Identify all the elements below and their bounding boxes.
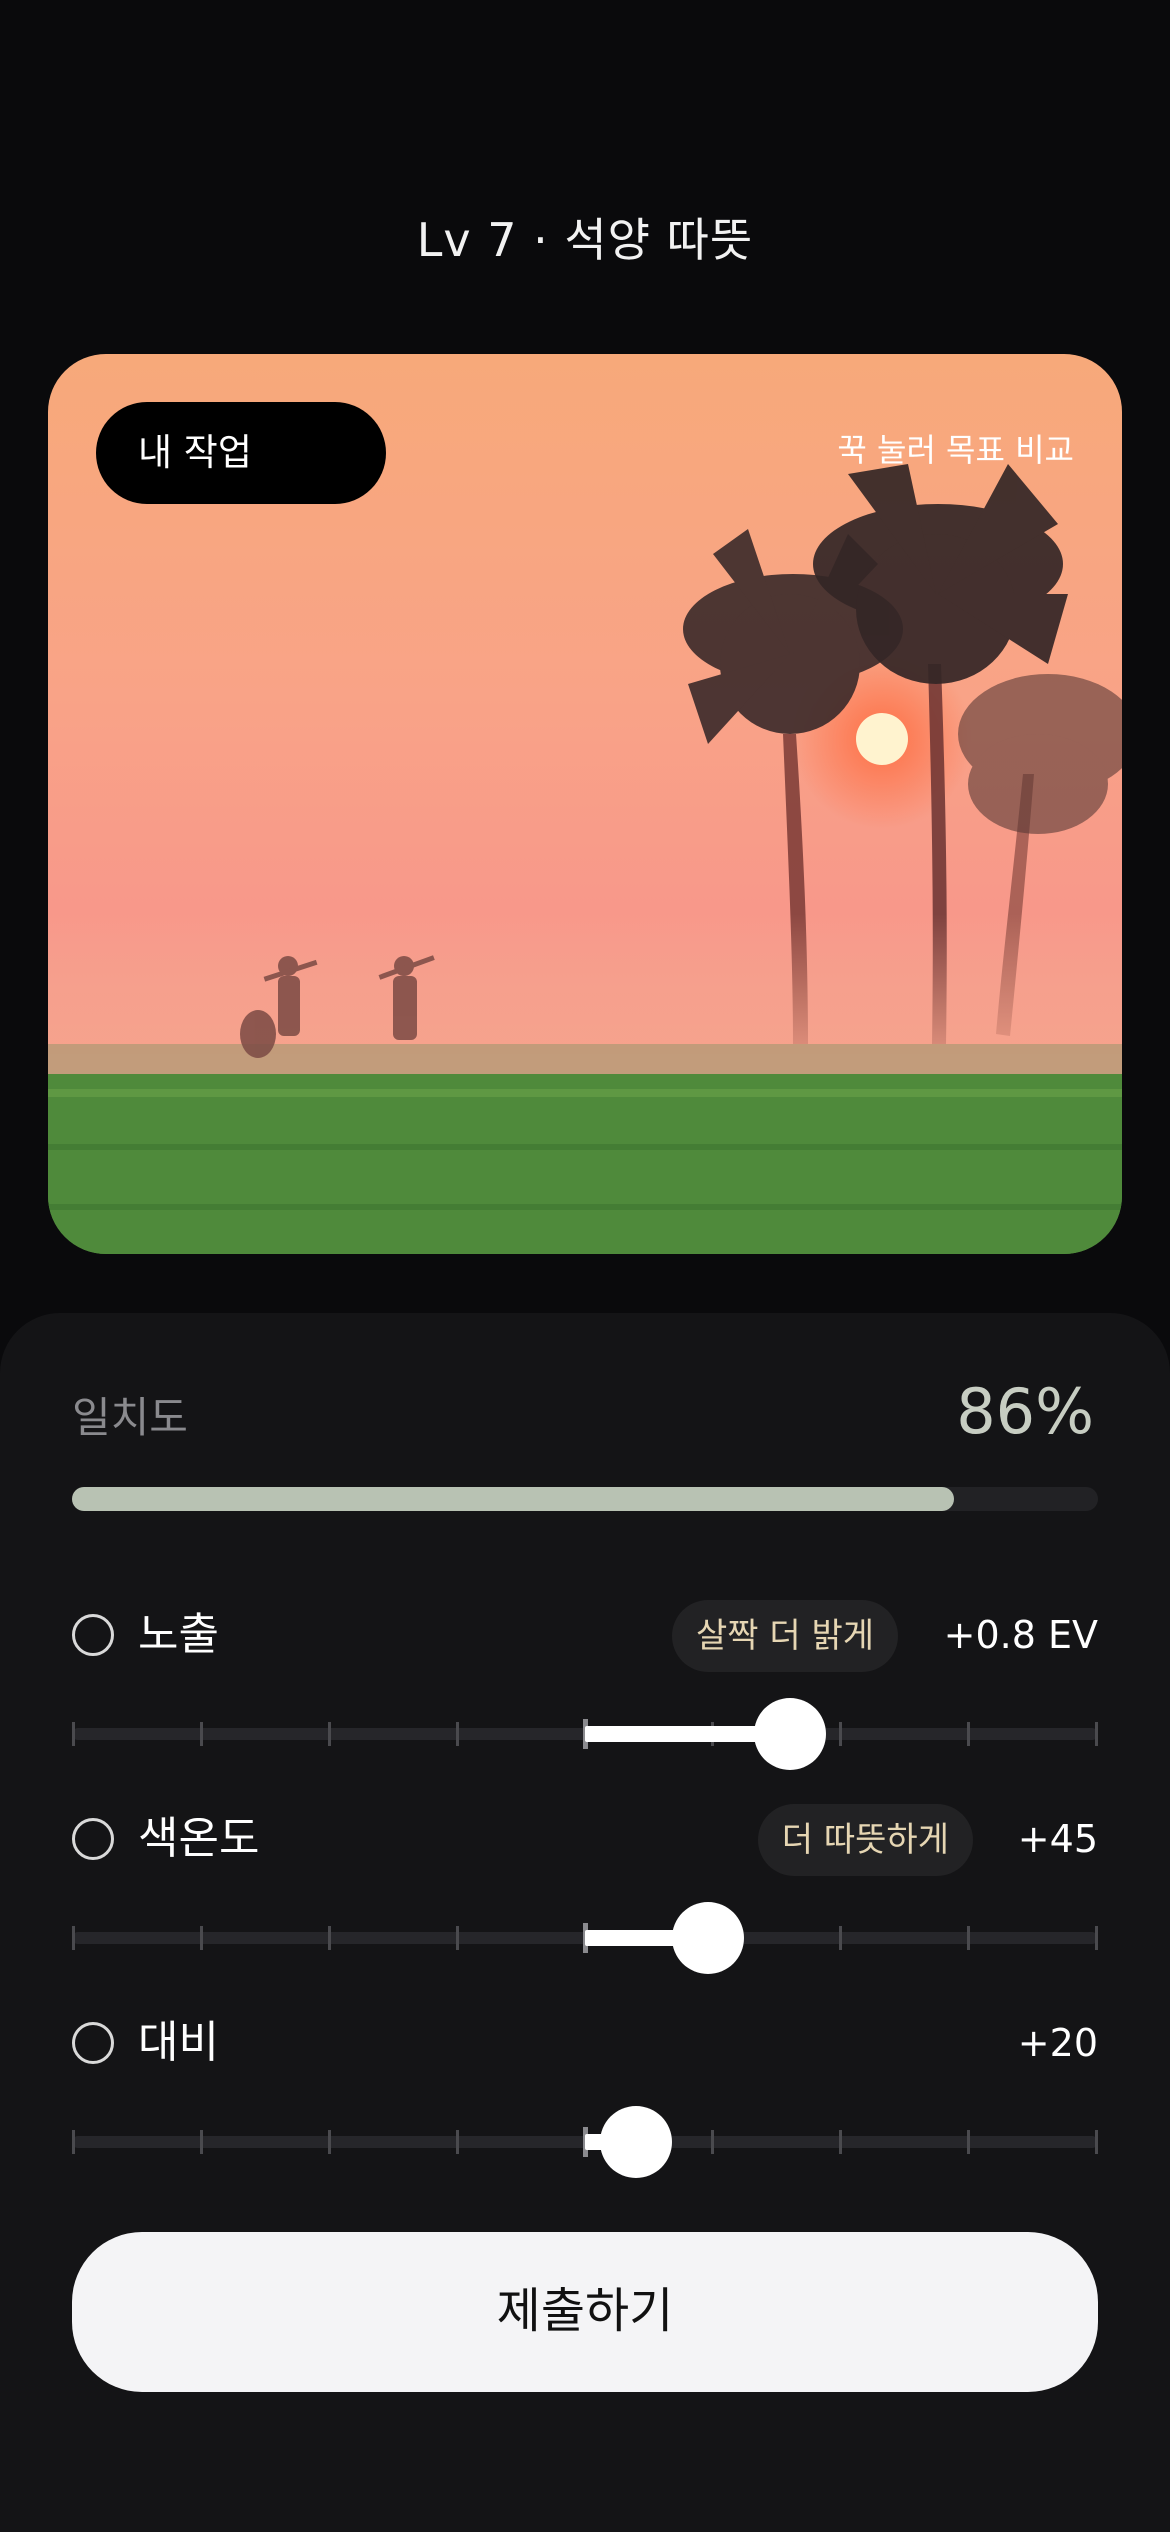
slider-knob[interactable]: [754, 1698, 827, 1770]
contrast-slider[interactable]: [72, 2100, 1098, 2184]
slider-tick: [456, 1722, 459, 1746]
contrast-label: 대비: [138, 2017, 219, 2068]
slider-tick: [72, 1926, 75, 1950]
my-work-label: 내 작업: [96, 402, 386, 504]
temperature-row: 색온도 더 따뜻하게 +45: [0, 1794, 1170, 1884]
slider-tick: [1095, 1722, 1098, 1746]
slider-tick: [839, 1722, 842, 1746]
slider-tick: [456, 2130, 459, 2154]
slider-tick: [967, 1926, 970, 1950]
slider-tick: [1095, 1926, 1098, 1950]
slider-tick: [839, 1926, 842, 1950]
compare-hint: 꾹 눌러 목표 비교: [837, 431, 1074, 469]
slider-tick: [839, 2130, 842, 2154]
slider-tick: [328, 2130, 331, 2154]
level-title: Lv 7 · 석양 따뜻: [416, 213, 754, 267]
exposure-label: 노출: [138, 1609, 219, 1660]
temperature-value: +45: [1017, 1817, 1098, 1861]
slider-tick: [328, 1722, 331, 1746]
slider-tick: [72, 1722, 75, 1746]
slider-tick: [200, 1926, 203, 1950]
slider-tick: [967, 2130, 970, 2154]
slider-knob[interactable]: [600, 2106, 673, 2178]
temperature-slider[interactable]: [72, 1896, 1098, 1980]
slider-tick: [1095, 2130, 1098, 2154]
contrast-row: 대비 +20: [0, 1998, 1170, 2088]
exposure-row: 노출 살짝 더 밝게 +0.8 EV: [0, 1590, 1170, 1680]
temperature-label: 색온도: [138, 1813, 260, 1864]
exposure-hint-chip: 살짝 더 밝게: [671, 1600, 898, 1672]
exposure-value: +0.8 EV: [943, 1613, 1098, 1657]
slider-tick: [328, 1926, 331, 1950]
slider-tick: [200, 2130, 203, 2154]
match-progress-bar: [72, 1487, 1098, 1511]
exposure-radio[interactable]: [72, 1614, 114, 1656]
slider-tick: [967, 1722, 970, 1746]
app-root: Lv 7 · 석양 따뜻 내 작업 꾹 눌러 목표 비교 일치도 86% 노출 …: [0, 0, 1170, 2532]
slider-tick: [200, 1722, 203, 1746]
match-label: 일치도: [72, 1393, 188, 1442]
exposure-slider[interactable]: [72, 1692, 1098, 1776]
contrast-value: +20: [1017, 2021, 1098, 2065]
contrast-radio[interactable]: [72, 2022, 114, 2064]
photo-preview[interactable]: 내 작업 꾹 눌러 목표 비교: [48, 354, 1122, 1254]
submit-button[interactable]: 제출하기: [72, 2232, 1098, 2392]
temperature-radio[interactable]: [72, 1818, 114, 1860]
slider-knob[interactable]: [672, 1902, 745, 1974]
slider-tick: [711, 2130, 714, 2154]
slider-tick: [72, 2130, 75, 2154]
match-progress-fill: [72, 1487, 955, 1511]
slider-tick: [456, 1926, 459, 1950]
temperature-hint-chip: 더 따뜻하게: [757, 1804, 973, 1876]
match-value: 86%: [956, 1375, 1094, 1448]
